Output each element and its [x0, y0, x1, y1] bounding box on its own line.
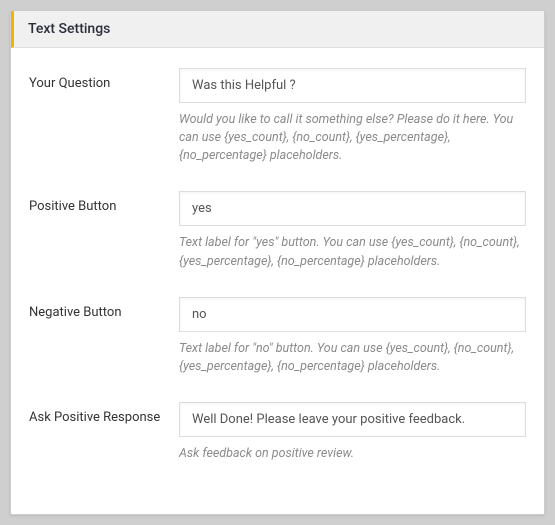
label-negative-button: Negative Button	[29, 297, 179, 322]
help-positive-button: Text label for "yes" button. You can use…	[179, 234, 526, 270]
field-positive-button: Positive Button Text label for "yes" but…	[29, 191, 526, 270]
label-ask-positive-response: Ask Positive Response	[29, 402, 179, 427]
input-positive-button[interactable]	[179, 191, 526, 226]
help-your-question: Would you like to call it something else…	[179, 111, 526, 165]
field-negative-button: Negative Button Text label for "no" butt…	[29, 297, 526, 376]
input-negative-button[interactable]	[179, 297, 526, 332]
label-positive-button: Positive Button	[29, 191, 179, 216]
label-your-question: Your Question	[29, 68, 179, 93]
input-your-question[interactable]	[179, 68, 526, 103]
input-ask-positive-response[interactable]	[179, 402, 526, 437]
field-your-question: Your Question Would you like to call it …	[29, 68, 526, 165]
panel-title: Text Settings	[11, 11, 544, 48]
text-settings-panel: Text Settings Your Question Would you li…	[10, 10, 545, 515]
help-ask-positive-response: Ask feedback on positive review.	[179, 445, 526, 463]
field-ask-positive-response: Ask Positive Response Ask feedback on po…	[29, 402, 526, 463]
panel-body: Your Question Would you like to call it …	[11, 48, 544, 483]
help-negative-button: Text label for "no" button. You can use …	[179, 340, 526, 376]
